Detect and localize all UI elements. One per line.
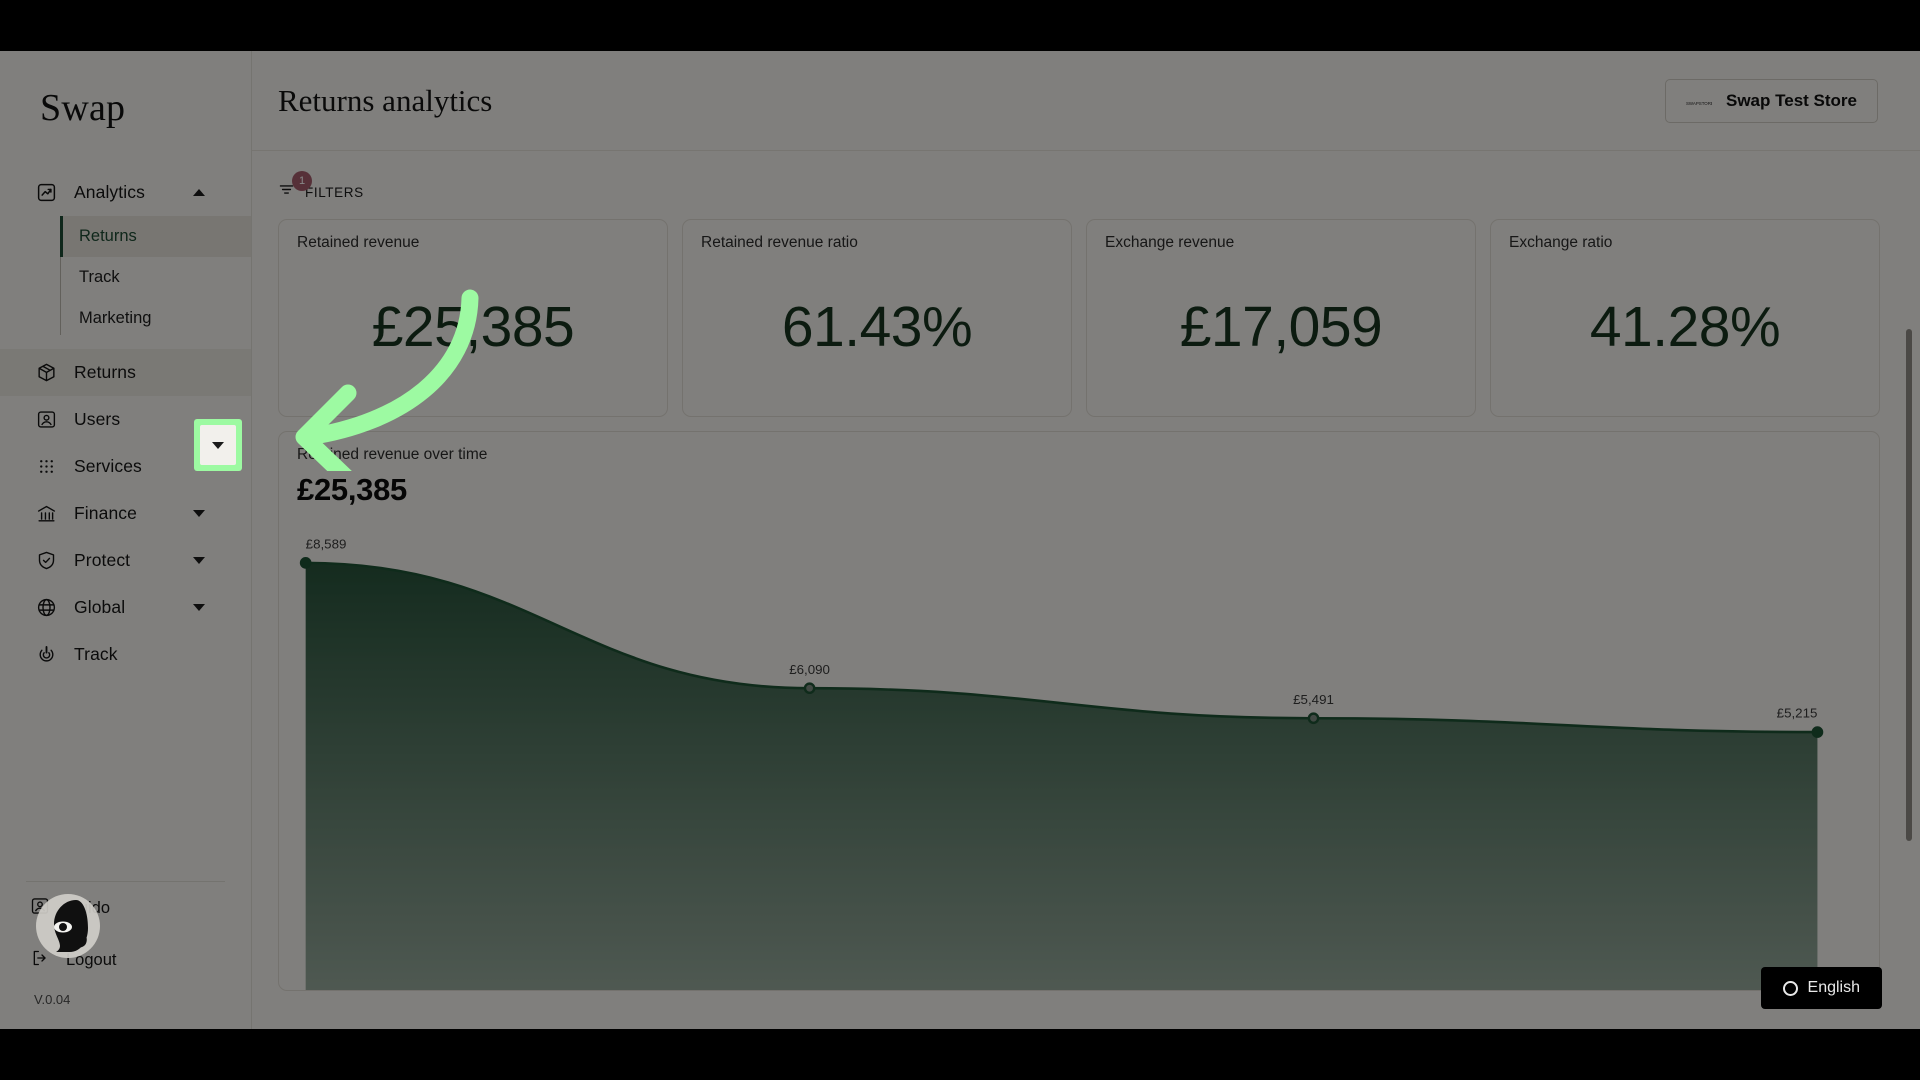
sidebar-subitem-label: Track bbox=[79, 268, 120, 286]
brand-logo[interactable]: Swap bbox=[0, 51, 251, 127]
sidebar-item-global[interactable]: Global bbox=[0, 584, 251, 631]
kpi-label: Retained revenue bbox=[297, 234, 420, 251]
store-name-label: Swap Test Store bbox=[1726, 90, 1857, 110]
kpi-label: Exchange ratio bbox=[1509, 234, 1613, 251]
sidebar-item-logout[interactable]: Logout bbox=[0, 934, 251, 986]
chevron-down-icon[interactable] bbox=[193, 604, 205, 611]
sidebar-item-analytics-track[interactable]: Track bbox=[61, 257, 251, 298]
main-content: Returns analytics SWAPSTORE Swap Test St… bbox=[252, 51, 1920, 1029]
sidebar-item-label: Users bbox=[74, 409, 121, 429]
sidebar-item-label: Returns bbox=[74, 362, 136, 382]
chevron-down-icon bbox=[212, 441, 224, 449]
kpi-card-retained-revenue-ratio: Retained revenue ratio 61.43% bbox=[682, 219, 1072, 417]
kpi-value: 61.43% bbox=[781, 295, 973, 359]
chart-total-value: £25,385 bbox=[297, 472, 407, 507]
sidebar-subitem-label: Marketing bbox=[79, 309, 152, 327]
analytics-content: 1 FILTERS Retained revenue £25,385 Retai… bbox=[252, 151, 1920, 1029]
grid-dots-icon bbox=[34, 455, 58, 479]
kpi-card-exchange-ratio: Exchange ratio 41.28% bbox=[1490, 219, 1880, 417]
kpi-value: £25,385 bbox=[371, 295, 575, 359]
language-widget[interactable]: English bbox=[1760, 967, 1882, 1009]
chart-point-label: £6,090 bbox=[789, 662, 830, 677]
kpi-card-retained-revenue: Retained revenue £25,385 bbox=[278, 219, 668, 417]
sidebar-item-label: Finance bbox=[74, 503, 137, 523]
language-label: English bbox=[1807, 979, 1860, 996]
sidebar-subitem-label: Returns bbox=[79, 227, 137, 245]
kpi-value: 41.28% bbox=[1589, 295, 1781, 359]
sidebar-item-finance[interactable]: Finance bbox=[0, 490, 251, 537]
sidebar-logout-label: Logout bbox=[66, 950, 117, 969]
chevron-down-icon[interactable] bbox=[193, 557, 205, 564]
sidebar-item-account[interactable]: Guido bbox=[0, 882, 251, 934]
page-title: Returns analytics bbox=[278, 82, 493, 118]
logout-arrow-icon bbox=[30, 948, 50, 973]
store-logo-icon: SWAPSTORE bbox=[1686, 96, 1714, 106]
chart-point-label: £5,491 bbox=[1293, 692, 1334, 707]
filters-label: FILTERS bbox=[305, 184, 364, 200]
sidebar-submenu-analytics: Returns Track Marketing bbox=[60, 216, 251, 339]
chart-point-label: £8,589 bbox=[306, 537, 347, 552]
user-card-icon bbox=[30, 896, 50, 921]
sidebar-item-label: Track bbox=[74, 644, 118, 664]
chart-data-point bbox=[1307, 712, 1320, 725]
screenshot-stage: Swap Analytics Returns Track Marketing R… bbox=[0, 0, 1920, 1080]
chart-data-point bbox=[299, 557, 312, 569]
chart-area-fill bbox=[305, 562, 1818, 990]
chart-point-label: £5,215 bbox=[1777, 706, 1818, 721]
returns-dropdown-highlight bbox=[194, 419, 242, 471]
globe-icon bbox=[34, 596, 58, 620]
chart-label: Retained revenue over time bbox=[297, 446, 488, 463]
kpi-value: £17,059 bbox=[1179, 295, 1383, 359]
analytics-chart-icon bbox=[34, 181, 58, 205]
kpi-label: Exchange revenue bbox=[1105, 234, 1235, 251]
svg-text:SWAPSTORE: SWAPSTORE bbox=[1686, 101, 1712, 106]
radar-target-icon bbox=[34, 643, 58, 667]
store-selector-button[interactable]: SWAPSTORE Swap Test Store bbox=[1665, 78, 1878, 123]
filters-button[interactable]: 1 FILTERS bbox=[278, 171, 364, 219]
sidebar-item-label: Protect bbox=[74, 550, 131, 570]
app-viewport: Swap Analytics Returns Track Marketing R… bbox=[0, 51, 1920, 1029]
filters-count-badge: 1 bbox=[292, 171, 312, 191]
retained-revenue-over-time-card: Retained revenue over time £25,385 £8,58… bbox=[278, 431, 1880, 991]
version-label: V.0.04 bbox=[34, 992, 71, 1007]
chevron-up-icon[interactable] bbox=[193, 189, 205, 196]
kpi-row: Retained revenue £25,385 Retained revenu… bbox=[278, 219, 1880, 417]
bank-icon bbox=[34, 502, 58, 526]
package-box-icon bbox=[34, 361, 58, 385]
sidebar-item-analytics[interactable]: Analytics bbox=[0, 169, 251, 216]
sidebar-item-analytics-marketing[interactable]: Marketing bbox=[61, 298, 251, 339]
sidebar-item-analytics-returns[interactable]: Returns bbox=[60, 216, 251, 257]
returns-dropdown-button[interactable] bbox=[200, 425, 236, 465]
chart-data-point bbox=[1811, 726, 1824, 738]
scrollbar-thumb[interactable] bbox=[1906, 329, 1912, 841]
shield-check-icon bbox=[34, 549, 58, 573]
sidebar-item-track[interactable]: Track bbox=[0, 631, 251, 678]
sidebar-account-label: Guido bbox=[66, 898, 111, 917]
sidebar-item-label: Global bbox=[74, 597, 126, 617]
chart-data-point bbox=[803, 682, 816, 695]
sidebar-item-label: Analytics bbox=[74, 182, 145, 202]
sidebar-item-protect[interactable]: Protect bbox=[0, 537, 251, 584]
sidebar-item-label: Services bbox=[74, 456, 142, 476]
retained-revenue-area-chart: £8,589 £6,090 £5,491 £5,215 bbox=[299, 537, 1824, 990]
top-bar: Returns analytics SWAPSTORE Swap Test St… bbox=[252, 51, 1920, 151]
sidebar-item-returns[interactable]: Returns bbox=[0, 349, 251, 396]
chevron-down-icon[interactable] bbox=[193, 510, 205, 517]
kpi-card-exchange-revenue: Exchange revenue £17,059 bbox=[1086, 219, 1476, 417]
user-card-icon bbox=[34, 408, 58, 432]
sidebar: Swap Analytics Returns Track Marketing R… bbox=[0, 51, 252, 1029]
kpi-label: Retained revenue ratio bbox=[701, 234, 858, 251]
circle-icon bbox=[1782, 980, 1798, 996]
